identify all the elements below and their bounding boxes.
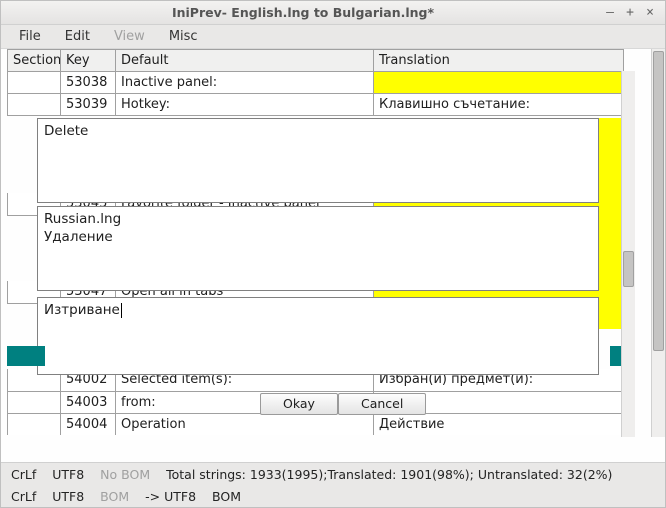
- scrollbar-thumb[interactable]: [623, 251, 634, 287]
- menu-edit[interactable]: Edit: [53, 27, 102, 46]
- window-title: IniPrev- English.lng to Bulgarian.lng*: [9, 5, 597, 20]
- progress-strip-left: [7, 346, 45, 366]
- status-nobom: No BOM: [100, 467, 150, 482]
- cancel-button[interactable]: Cancel: [338, 393, 426, 415]
- cell-translation[interactable]: Клавишно съчетание:: [374, 94, 624, 116]
- status-utf8: UTF8: [52, 467, 84, 482]
- status-crlf2: CrLf: [11, 489, 36, 504]
- menu-misc[interactable]: Misc: [157, 27, 210, 46]
- yellow-strip: [599, 206, 623, 294]
- cell-translation[interactable]: [374, 72, 624, 94]
- header-key[interactable]: Key: [61, 50, 116, 72]
- table-row[interactable]: 54004 Operation Действие: [8, 413, 624, 435]
- scrollbar-thumb[interactable]: [653, 51, 664, 351]
- table-row[interactable]: 53038 Inactive panel:: [8, 72, 624, 94]
- cell-translation[interactable]: Действие: [374, 413, 624, 435]
- table-row[interactable]: 53039 Hotkey: Клавишно съчетание:: [8, 94, 624, 116]
- header-default[interactable]: Default: [116, 50, 374, 72]
- menu-file[interactable]: File: [7, 27, 53, 46]
- statusbar-1: CrLf UTF8 No BOM Total strings: 1933(199…: [1, 463, 665, 485]
- cell-section[interactable]: [8, 72, 61, 94]
- cell-default[interactable]: Operation: [116, 413, 374, 435]
- cell-key[interactable]: 54004: [61, 413, 116, 435]
- yellow-strip: [599, 297, 623, 329]
- translation-table: Section Key Default Translation 53038 In…: [7, 49, 624, 116]
- cell-section[interactable]: [8, 94, 61, 116]
- status-bom: BOM: [212, 489, 241, 504]
- menu-view: View: [102, 27, 157, 46]
- minimize-button[interactable]: –: [603, 5, 617, 20]
- status-summary: Total strings: 1933(1995);Translated: 19…: [166, 467, 612, 482]
- cell-section[interactable]: [8, 413, 61, 435]
- tooltip-delete: Delete: [37, 118, 599, 203]
- tooltip-russian: Russian.lng Удаление: [37, 206, 599, 291]
- header-translation[interactable]: Translation: [374, 50, 624, 72]
- translation-input[interactable]: Изтриване: [37, 297, 599, 375]
- workarea: Section Key Default Translation 53038 In…: [1, 49, 665, 463]
- statusbar-2: CrLf UTF8 BOM -> UTF8 BOM: [1, 485, 665, 507]
- table-scrollbar[interactable]: [621, 71, 635, 437]
- close-button[interactable]: ×: [643, 5, 657, 20]
- status-utf8b: UTF8: [52, 489, 84, 504]
- table-header-row: Section Key Default Translation: [8, 50, 624, 72]
- titlebar: IniPrev- English.lng to Bulgarian.lng* –…: [1, 1, 665, 25]
- status-crlf: CrLf: [11, 467, 36, 482]
- okay-button[interactable]: Okay: [260, 393, 338, 415]
- cell-key[interactable]: 54003: [61, 391, 116, 413]
- cell-default[interactable]: Hotkey:: [116, 94, 374, 116]
- header-section[interactable]: Section: [8, 50, 61, 72]
- outer-scrollbar[interactable]: [651, 49, 665, 437]
- yellow-strip: [599, 118, 623, 203]
- status-bom-dim: BOM: [100, 489, 129, 504]
- cell-key[interactable]: 53039: [61, 94, 116, 116]
- menubar: File Edit View Misc: [1, 25, 665, 49]
- maximize-button[interactable]: +: [623, 5, 637, 20]
- cell-key[interactable]: 53038: [61, 72, 116, 94]
- status-arrow: -> UTF8: [145, 489, 196, 504]
- cell-default[interactable]: Inactive panel:: [116, 72, 374, 94]
- cell-section[interactable]: [8, 391, 61, 413]
